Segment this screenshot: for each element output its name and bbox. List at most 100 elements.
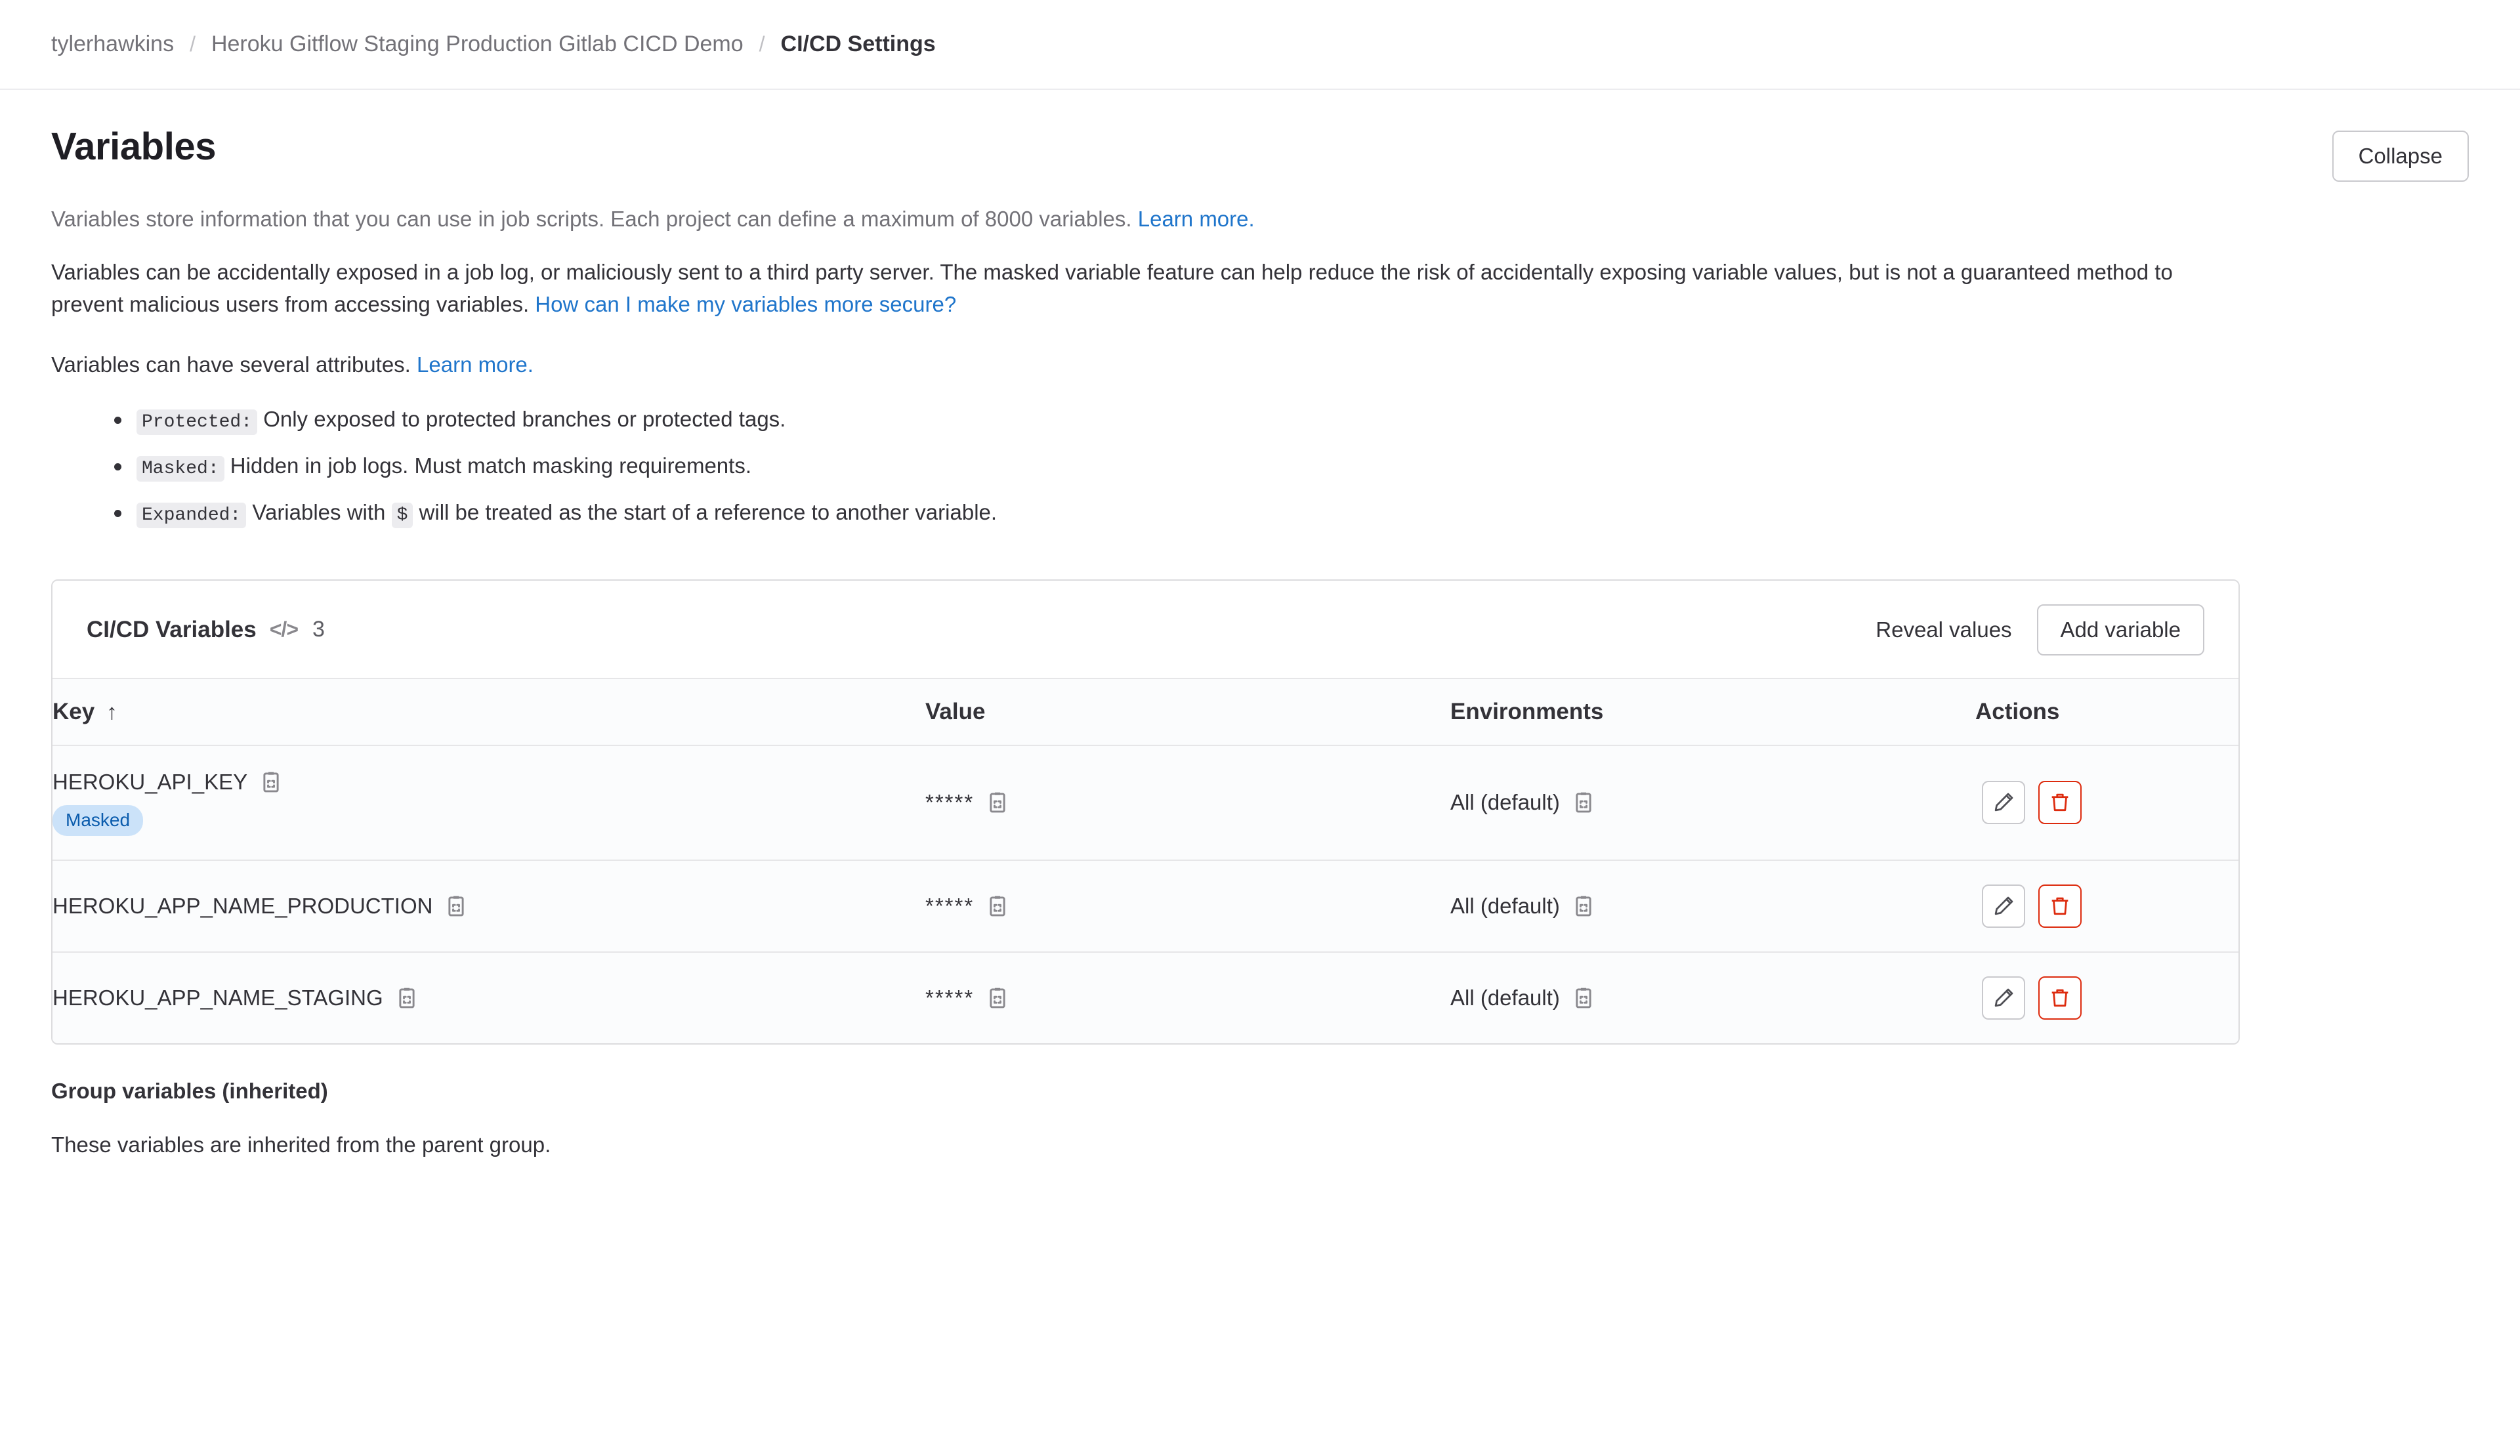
expanded-description-before: Variables with <box>252 499 386 524</box>
copy-icon[interactable] <box>986 986 1009 1010</box>
variables-count-badge: 3 <box>312 617 325 642</box>
table-row: HEROKU_API_KEY Masked ***** All (default… <box>52 745 2238 862</box>
cell-key: HEROKU_APP_NAME_STAGING <box>52 952 925 1044</box>
add-variable-button[interactable]: Add variable <box>2036 604 2204 655</box>
column-header-key[interactable]: Key ↑ <box>52 677 925 746</box>
copy-icon[interactable] <box>986 894 1009 918</box>
copy-icon[interactable] <box>395 986 419 1010</box>
environment-group: All (default) <box>1450 986 1975 1010</box>
delete-variable-button[interactable] <box>2038 884 2082 928</box>
variable-value: ***** <box>925 894 975 919</box>
cell-value: ***** <box>925 860 1450 953</box>
table-header: Key ↑ Value Environments Actions <box>52 677 2238 746</box>
column-header-environments: Environments <box>1450 677 1975 746</box>
masked-description: Hidden in job logs. Must match masking r… <box>230 453 751 478</box>
key-value-group: HEROKU_API_KEY <box>52 770 925 795</box>
breadcrumb-bar: tylerhawkins / Heroku Gitflow Staging Pr… <box>0 0 2520 90</box>
table-row: HEROKU_APP_NAME_STAGING ***** All (defau… <box>52 952 2238 1044</box>
column-header-key-label: Key <box>52 698 95 724</box>
copy-icon[interactable] <box>1572 791 1595 814</box>
card-header-title-group: CI/CD Variables </> 3 <box>87 617 325 643</box>
pencil-icon <box>1994 988 2013 1007</box>
group-variables-title: Group variables (inherited) <box>51 1079 328 1104</box>
reveal-values-button[interactable]: Reveal values <box>1868 607 2019 653</box>
variables-intro-description: Variables store information that you can… <box>51 203 2296 235</box>
security-text: Variables can be accidentally exposed in… <box>51 260 2173 316</box>
variable-key: HEROKU_API_KEY <box>52 769 248 794</box>
value-group: ***** <box>925 986 1450 1010</box>
trash-icon <box>2051 794 2068 812</box>
card-header: CI/CD Variables </> 3 Reveal values Add … <box>52 580 2238 678</box>
expanded-code-label: Expanded: <box>136 502 247 528</box>
masked-code-label: Masked: <box>136 455 224 482</box>
attributes-learn-more-link[interactable]: Learn more. <box>417 352 534 377</box>
breadcrumb-separator: / <box>759 32 765 56</box>
key-value-group: HEROKU_APP_NAME_STAGING <box>52 986 925 1010</box>
delete-variable-button[interactable] <box>2038 976 2082 1020</box>
edit-variable-button[interactable] <box>1982 884 2025 928</box>
delete-variable-button[interactable] <box>2038 781 2082 825</box>
variable-key: HEROKU_APP_NAME_PRODUCTION <box>52 894 433 919</box>
cell-actions <box>1975 860 2238 953</box>
cell-environments: All (default) <box>1450 860 1975 953</box>
environment-group: All (default) <box>1450 894 1975 919</box>
copy-icon[interactable] <box>259 770 283 794</box>
variable-value: ***** <box>925 790 975 815</box>
table-body: HEROKU_API_KEY Masked ***** All (default… <box>52 745 2238 1044</box>
cell-key: HEROKU_API_KEY Masked <box>52 745 925 862</box>
edit-variable-button[interactable] <box>1982 781 2025 825</box>
edit-variable-button[interactable] <box>1982 976 2025 1020</box>
list-item-protected: Protected: Only exposed to protected bra… <box>114 405 2469 435</box>
row-actions <box>1975 781 2238 825</box>
breadcrumb-separator: / <box>190 32 196 56</box>
value-group: ***** <box>925 894 1450 919</box>
cell-actions <box>1975 745 2238 862</box>
row-actions <box>1975 976 2238 1020</box>
breadcrumb-owner[interactable]: tylerhawkins <box>51 31 174 57</box>
value-group: ***** <box>925 790 1450 815</box>
variable-value: ***** <box>925 986 975 1010</box>
page-title-row: Variables Collapse <box>51 125 2469 182</box>
list-item-masked: Masked: Hidden in job logs. Must match m… <box>114 451 2469 482</box>
card-header-actions: Reveal values Add variable <box>1868 604 2204 655</box>
cell-environments: All (default) <box>1450 952 1975 1044</box>
cell-value: ***** <box>925 745 1450 862</box>
variable-key: HEROKU_APP_NAME_STAGING <box>52 986 383 1010</box>
page-title: Variables <box>51 125 217 168</box>
intro-text: Variables store information that you can… <box>51 207 1138 232</box>
sort-ascending-icon[interactable]: ↑ <box>106 699 117 724</box>
cell-value: ***** <box>925 952 1450 1044</box>
key-value-group: HEROKU_APP_NAME_PRODUCTION <box>52 894 925 919</box>
pencil-icon <box>1994 793 2013 812</box>
card-title: CI/CD Variables <box>87 616 257 642</box>
copy-icon[interactable] <box>1572 894 1595 918</box>
cell-key: HEROKU_APP_NAME_PRODUCTION <box>52 860 925 953</box>
cell-environments: All (default) <box>1450 745 1975 862</box>
variables-attributes-description: Variables can have several attributes. L… <box>51 352 2469 377</box>
variables-table: Key ↑ Value Environments Actions HEROKU_A… <box>52 677 2238 1044</box>
variable-environment: All (default) <box>1450 790 1560 815</box>
trash-icon <box>2051 989 2068 1007</box>
copy-icon[interactable] <box>444 894 468 918</box>
variable-environment: All (default) <box>1450 894 1560 919</box>
collapse-button[interactable]: Collapse <box>2332 131 2469 182</box>
copy-icon[interactable] <box>986 791 1009 814</box>
code-icon: </> <box>269 617 299 642</box>
attributes-text: Variables can have several attributes. <box>51 352 417 377</box>
page-content: Variables Collapse Variables store infor… <box>0 90 2520 1157</box>
copy-icon[interactable] <box>1572 986 1595 1010</box>
table-header-row: Key ↑ Value Environments Actions <box>52 677 2238 746</box>
row-actions <box>1975 884 2238 928</box>
environment-group: All (default) <box>1450 790 1975 815</box>
protected-code-label: Protected: <box>136 409 258 435</box>
attributes-list: Protected: Only exposed to protected bra… <box>51 405 2469 528</box>
intro-learn-more-link[interactable]: Learn more. <box>1138 207 1255 231</box>
variables-security-description: Variables can be accidentally exposed in… <box>51 257 2250 321</box>
security-help-link[interactable]: How can I make my variables more secure? <box>535 292 956 316</box>
breadcrumb-current-page: CI/CD Settings <box>780 31 936 56</box>
breadcrumb-project[interactable]: Heroku Gitflow Staging Production Gitlab… <box>211 31 744 57</box>
column-header-actions: Actions <box>1975 677 2238 746</box>
dollar-sign-code: $ <box>391 502 413 528</box>
expanded-description-after: will be treated as the start of a refere… <box>419 499 998 524</box>
status-badge-masked: Masked <box>52 804 144 837</box>
